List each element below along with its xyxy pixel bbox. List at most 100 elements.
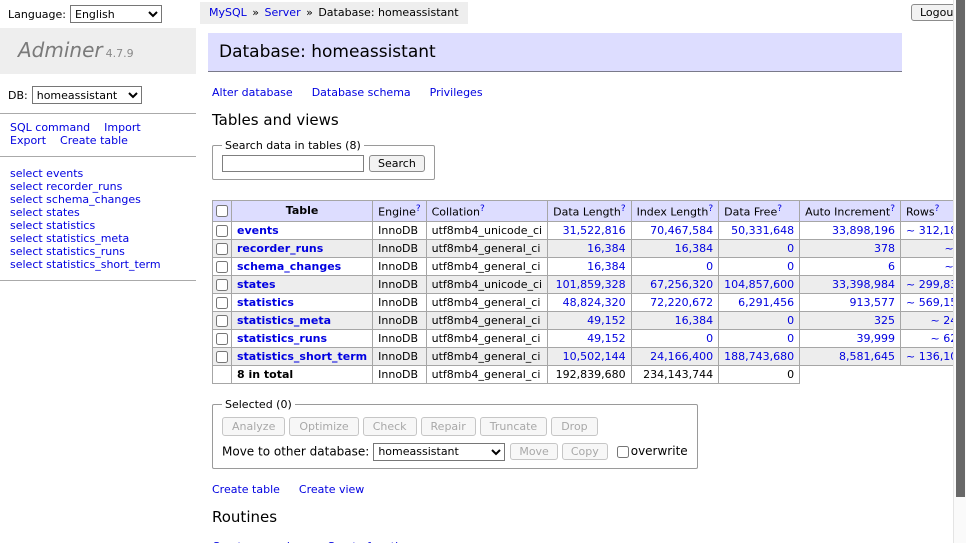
breadcrumb-mysql-link[interactable]: MySQL [209, 6, 247, 19]
search-input[interactable] [222, 155, 364, 172]
table-link-statistics[interactable]: statistics [237, 296, 294, 309]
search-button[interactable]: Search [369, 155, 425, 172]
data-free-link[interactable]: 0 [787, 242, 794, 255]
table-link-statistics-short-term[interactable]: statistics_short_term [237, 350, 367, 363]
auto-increment-link[interactable]: 378 [874, 242, 895, 255]
index-length-link[interactable]: 67,256,320 [650, 278, 713, 291]
row-checkbox-statistics[interactable] [216, 297, 228, 309]
help-index-length-link[interactable]: ? [708, 204, 713, 214]
column-header-index-length: Index Length? [631, 201, 719, 222]
table-link-statistics-runs[interactable]: statistics_runs [237, 332, 327, 345]
auto-increment-link[interactable]: 8,581,645 [839, 350, 895, 363]
sidebar-action-import[interactable]: Import [104, 121, 141, 134]
data-length-link[interactable]: 49,152 [587, 332, 626, 345]
auto-increment-link[interactable]: 913,577 [850, 296, 896, 309]
row-select-cell [213, 293, 232, 311]
sidebar-select-recorder-runs[interactable]: select recorder_runs [10, 180, 122, 193]
sidebar-action-create-table[interactable]: Create table [60, 134, 128, 147]
row-checkbox-events[interactable] [216, 225, 228, 237]
help-engine-link[interactable]: ? [416, 204, 421, 214]
select-all-checkbox[interactable] [216, 205, 228, 217]
table-link-recorder-runs[interactable]: recorder_runs [237, 242, 323, 255]
sidebar-select-states[interactable]: select states [10, 206, 80, 219]
adminer-version-link[interactable]: 4.7.9 [106, 47, 134, 60]
db-select[interactable]: homeassistant [32, 86, 142, 104]
index-length-link[interactable]: 16,384 [675, 314, 714, 327]
sidebar-select-statistics-short-term[interactable]: select statistics_short_term [10, 258, 161, 271]
help-data-free-link[interactable]: ? [777, 204, 782, 214]
db-link-database-schema[interactable]: Database schema [312, 86, 411, 99]
sidebar-select-statistics-meta[interactable]: select statistics_meta [10, 232, 129, 245]
auto-increment-link[interactable]: 33,898,196 [832, 224, 895, 237]
row-checkbox-statistics-meta[interactable] [216, 315, 228, 327]
data-free-link[interactable]: 0 [787, 332, 794, 345]
table-link-states[interactable]: states [237, 278, 276, 291]
optimize-button[interactable]: Optimize [289, 417, 358, 436]
sidebar-action-export[interactable]: Export [10, 134, 46, 147]
row-checkbox-states[interactable] [216, 279, 228, 291]
create-link-create-table[interactable]: Create table [212, 483, 280, 496]
truncate-button[interactable]: Truncate [480, 417, 547, 436]
index-length-link[interactable]: 70,467,584 [650, 224, 713, 237]
create-link-create-view[interactable]: Create view [299, 483, 364, 496]
drop-button[interactable]: Drop [551, 417, 597, 436]
auto-increment-link[interactable]: 6 [888, 260, 895, 273]
table-link-schema-changes[interactable]: schema_changes [237, 260, 341, 273]
data-free-link[interactable]: 0 [787, 314, 794, 327]
help-rows-link[interactable]: ? [935, 204, 940, 214]
routine-links: Create procedure Create function [212, 540, 914, 543]
table-link-events[interactable]: events [237, 224, 279, 237]
data-length-link[interactable]: 31,522,816 [563, 224, 626, 237]
breadcrumb-server-link[interactable]: Server [265, 6, 301, 19]
scrollbar-track[interactable] [953, 0, 966, 543]
index-length-link[interactable]: 0 [706, 332, 713, 345]
move-button[interactable]: Move [510, 443, 558, 460]
data-length-link[interactable]: 48,824,320 [563, 296, 626, 309]
data-length-link[interactable]: 49,152 [587, 314, 626, 327]
row-checkbox-schema-changes[interactable] [216, 261, 228, 273]
db-link-privileges[interactable]: Privileges [430, 86, 483, 99]
sidebar-select-statistics[interactable]: select statistics [10, 219, 95, 232]
auto-increment-link[interactable]: 39,999 [857, 332, 896, 345]
db-link-alter-database[interactable]: Alter database [212, 86, 293, 99]
overwrite-checkbox[interactable] [617, 446, 629, 458]
data-length-cell: 31,522,816 [548, 221, 631, 239]
row-checkbox-recorder-runs[interactable] [216, 243, 228, 255]
index-length-link[interactable]: 16,384 [675, 242, 714, 255]
data-free-link[interactable]: 188,743,680 [724, 350, 794, 363]
routine-link-create-function[interactable]: Create function [327, 540, 412, 543]
auto-increment-link[interactable]: 325 [874, 314, 895, 327]
move-db-select[interactable]: homeassistant [373, 443, 505, 461]
check-button[interactable]: Check [363, 417, 417, 436]
total-select-cell [213, 365, 232, 383]
data-length-link[interactable]: 16,384 [587, 260, 626, 273]
index-length-link[interactable]: 24,166,400 [650, 350, 713, 363]
analyze-button[interactable]: Analyze [222, 417, 285, 436]
data-free-link[interactable]: 0 [787, 260, 794, 273]
data-length-link[interactable]: 16,384 [587, 242, 626, 255]
scrollbar-thumb[interactable] [956, 0, 965, 497]
help-data-length-link[interactable]: ? [621, 204, 626, 214]
data-length-link[interactable]: 10,502,144 [563, 350, 626, 363]
data-length-link[interactable]: 101,859,328 [556, 278, 626, 291]
auto-increment-link[interactable]: 33,398,984 [832, 278, 895, 291]
language-select[interactable]: English [70, 5, 162, 23]
sidebar-actions: SQL command Import Export Create table [10, 121, 196, 147]
index-length-link[interactable]: 0 [706, 260, 713, 273]
help-collation-link[interactable]: ? [480, 204, 485, 214]
sidebar-action-sql-command[interactable]: SQL command [10, 121, 90, 134]
routine-link-create-procedure[interactable]: Create procedure [212, 540, 308, 543]
data-free-link[interactable]: 50,331,648 [731, 224, 794, 237]
repair-button[interactable]: Repair [421, 417, 476, 436]
help-auto-increment-link[interactable]: ? [890, 204, 895, 214]
row-checkbox-statistics-runs[interactable] [216, 333, 228, 345]
data-free-link[interactable]: 104,857,600 [724, 278, 794, 291]
sidebar-select-statistics-runs[interactable]: select statistics_runs [10, 245, 125, 258]
data-free-link[interactable]: 6,291,456 [738, 296, 794, 309]
copy-button[interactable]: Copy [562, 443, 608, 460]
table-link-statistics-meta[interactable]: statistics_meta [237, 314, 331, 327]
sidebar-select-events[interactable]: select events [10, 167, 83, 180]
sidebar-select-schema-changes[interactable]: select schema_changes [10, 193, 141, 206]
row-checkbox-statistics-short-term[interactable] [216, 351, 228, 363]
index-length-link[interactable]: 72,220,672 [650, 296, 713, 309]
